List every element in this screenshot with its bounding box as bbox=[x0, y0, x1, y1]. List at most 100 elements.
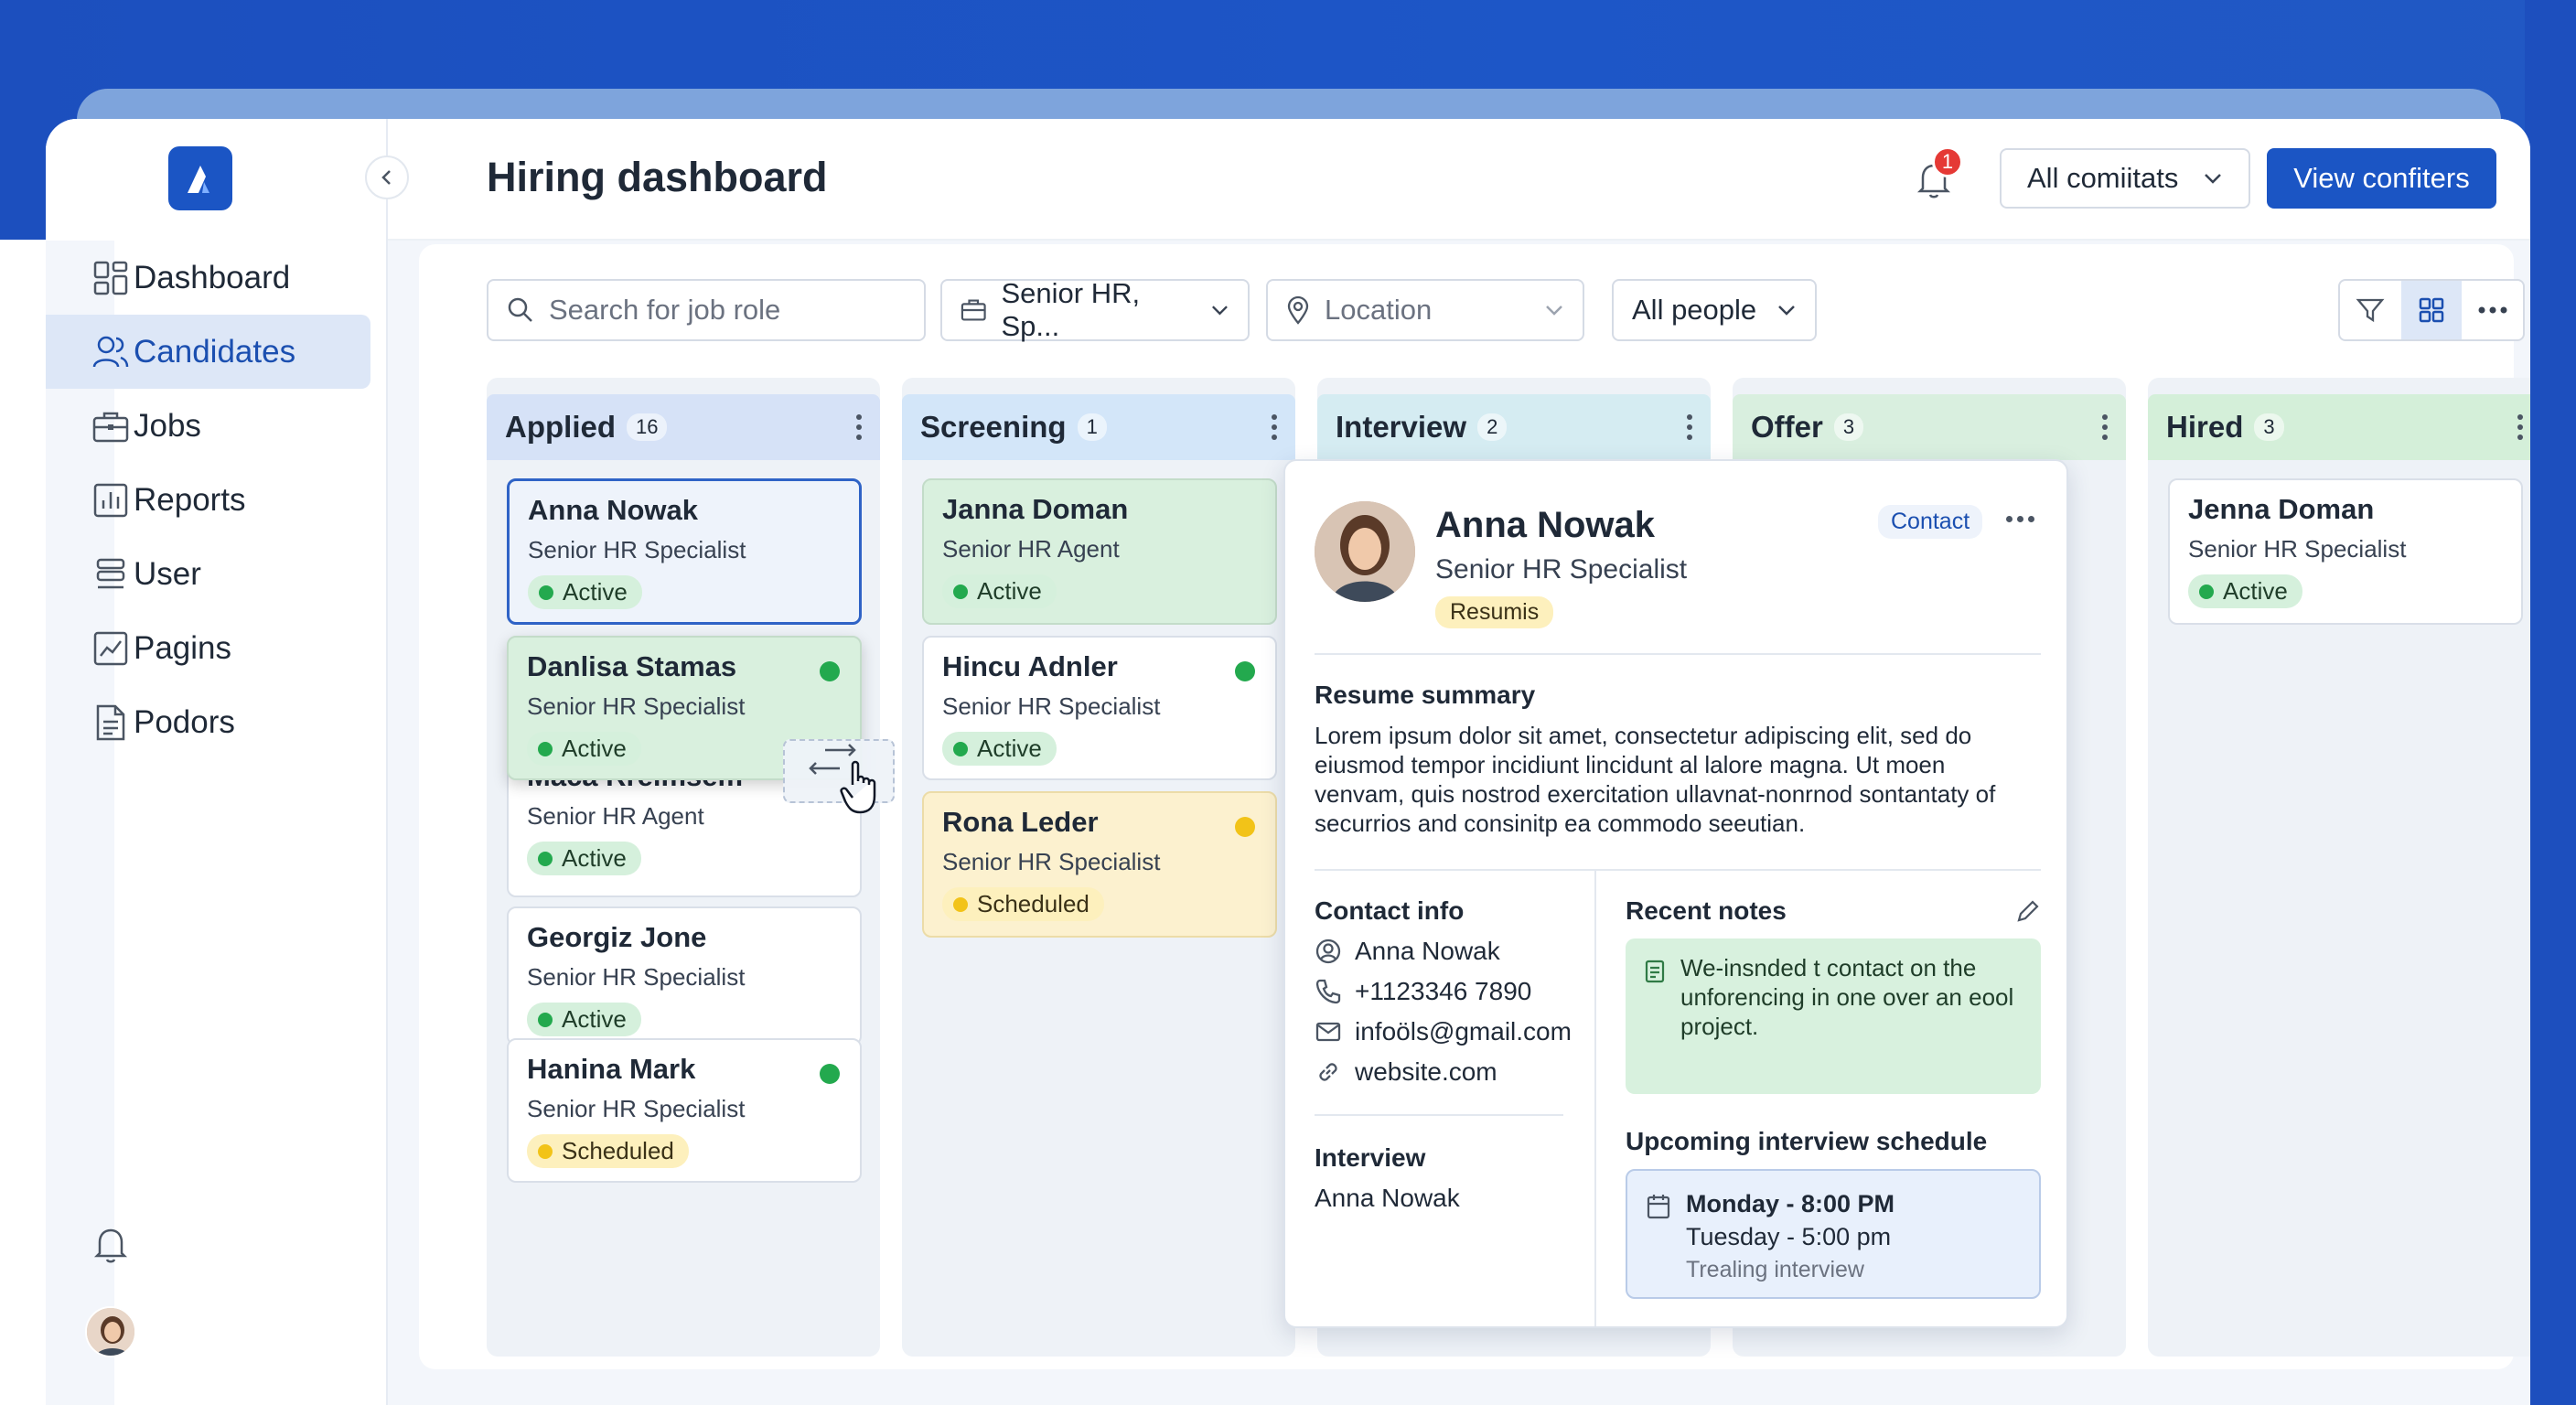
candidate-role: Senior HR Specialist bbox=[527, 1095, 746, 1122]
candidate-card[interactable]: Rona Leder Senior HR Specialist Schedule… bbox=[922, 791, 1277, 938]
sidebar-item-dashboard[interactable]: Dashboard bbox=[46, 241, 388, 315]
app-logo[interactable] bbox=[168, 146, 232, 210]
candidate-name: Rona Leder bbox=[942, 806, 1099, 838]
dropdown-label: All comiitats bbox=[2027, 162, 2179, 194]
candidate-role: Senior HR Specialist bbox=[527, 963, 746, 991]
sidebar-item-reports[interactable]: Reports bbox=[46, 463, 388, 537]
sidebar-item-pagins[interactable]: Pagins bbox=[46, 611, 388, 685]
column-title: Screening bbox=[920, 410, 1067, 444]
candidate-role: Senior HR Specialist bbox=[1435, 554, 1688, 585]
location-pin-icon bbox=[1287, 295, 1309, 325]
status-dot bbox=[1235, 817, 1255, 837]
candidate-role: Senior HR Specialist bbox=[942, 848, 1161, 875]
candidate-card[interactable]: Janna Doman Senior HR Agent Active bbox=[922, 478, 1277, 625]
recent-notes-title: Recent notes bbox=[1626, 896, 1787, 925]
sidebar-item-candidates[interactable]: Candidates bbox=[46, 315, 388, 389]
candidate-name: Anna Nowak bbox=[1435, 505, 1656, 545]
chevron-down-icon bbox=[1546, 306, 1562, 316]
user-avatar[interactable] bbox=[85, 1306, 136, 1357]
filter-icon bbox=[2356, 298, 2385, 323]
column-menu-icon[interactable] bbox=[2102, 414, 2108, 440]
sidebar-item-label: Reports bbox=[134, 481, 246, 518]
column-header: Applied 16 bbox=[487, 394, 880, 460]
people-filter-value: All people bbox=[1632, 294, 1757, 326]
column-title: Offer bbox=[1751, 410, 1823, 444]
phone-row[interactable]: +1123346 7890 bbox=[1315, 977, 1531, 1006]
view-button[interactable]: View confiters bbox=[2267, 148, 2496, 209]
grid-view-button[interactable] bbox=[2400, 281, 2463, 339]
collapse-sidebar-button[interactable] bbox=[365, 156, 409, 199]
column-menu-icon[interactable] bbox=[856, 414, 862, 440]
status-badge: Active bbox=[942, 732, 1057, 766]
notifications-button[interactable]: 1 bbox=[1906, 146, 1963, 207]
column-count: 3 bbox=[2254, 413, 2284, 441]
more-options-button[interactable] bbox=[2462, 281, 2523, 339]
more-options-icon[interactable] bbox=[2006, 516, 2034, 522]
resume-tag[interactable]: Resumis bbox=[1435, 596, 1554, 628]
interview-name: Anna Nowak bbox=[1315, 1184, 1460, 1212]
website-row[interactable]: website.com bbox=[1315, 1057, 1497, 1087]
contact-button[interactable]: Contact bbox=[1878, 505, 1983, 539]
column-header: Offer 3 bbox=[1733, 394, 2126, 460]
people-filter[interactable]: All people bbox=[1612, 279, 1817, 341]
candidate-name: Jenna Doman bbox=[2188, 493, 2375, 525]
candidate-name: Janna Doman bbox=[942, 493, 1129, 525]
column-screening: Screening 1 Janna Doman Senior HR Agent … bbox=[902, 378, 1295, 1357]
candidate-card[interactable]: Jenna Doman Senior HR Specialist Active bbox=[2168, 478, 2523, 625]
sidebar-item-label: Jobs bbox=[134, 407, 201, 444]
sidebar-item-user[interactable]: User bbox=[46, 537, 388, 611]
sidebar-notifications-button[interactable] bbox=[46, 1224, 176, 1264]
top-header: Hiring dashboard 1 All comiitats View co… bbox=[388, 119, 2530, 241]
bell-icon bbox=[93, 1228, 128, 1263]
edit-pencil-icon[interactable] bbox=[2015, 898, 2041, 924]
column-menu-icon[interactable] bbox=[1687, 414, 1692, 440]
view-toolbar bbox=[2338, 279, 2525, 341]
candidate-name: Hanina Mark bbox=[527, 1053, 696, 1085]
sidebar-item-jobs[interactable]: Jobs bbox=[46, 389, 388, 463]
candidate-role: Senior HR Agent bbox=[942, 535, 1120, 563]
sidebar-item-label: Dashboard bbox=[134, 259, 291, 295]
column-menu-icon[interactable] bbox=[2517, 414, 2523, 440]
schedule-line-3: Trealing interview bbox=[1686, 1257, 1864, 1282]
grid-icon bbox=[2419, 297, 2444, 323]
column-count: 1 bbox=[1077, 413, 1107, 441]
committee-dropdown[interactable]: All comiitats bbox=[2000, 148, 2250, 209]
page-title: Hiring dashboard bbox=[487, 154, 828, 200]
role-filter[interactable]: Senior HR, Sp... bbox=[940, 277, 1250, 342]
candidate-name: Anna Nowak bbox=[528, 494, 699, 526]
resume-summary-text: Lorem ipsum dolor sit amet, consectetur … bbox=[1315, 722, 1996, 837]
column-menu-icon[interactable] bbox=[1272, 414, 1277, 440]
search-icon bbox=[508, 297, 532, 322]
candidate-card[interactable]: Hanina Mark Senior HR Specialist Schedul… bbox=[507, 1038, 862, 1183]
column-applied: Applied 16 Anna Nowak Senior HR Speciali… bbox=[487, 378, 880, 1357]
candidate-card[interactable]: Georgiz Jone Senior HR Specialist Active bbox=[507, 906, 862, 1046]
location-filter[interactable]: Location bbox=[1266, 279, 1584, 341]
hand-cursor-icon bbox=[840, 760, 876, 814]
candidate-avatar bbox=[1315, 501, 1415, 602]
email-row[interactable]: infoöls@gmail.com bbox=[1315, 1017, 1572, 1046]
interview-schedule[interactable]: Monday - 8:00 PM Tuesday - 5:00 pm Treal… bbox=[1626, 1169, 2041, 1299]
candidate-card[interactable]: Anna Nowak Senior HR Specialist Active bbox=[507, 478, 862, 625]
status-badge: Active bbox=[528, 575, 642, 609]
column-title: Applied bbox=[505, 410, 616, 444]
location-filter-value: Location bbox=[1325, 294, 1433, 326]
chevron-left-icon bbox=[381, 170, 391, 185]
app-window: Dashboard Candidates Jobs Reports User P… bbox=[46, 119, 2530, 1405]
mail-icon bbox=[1315, 1022, 1341, 1042]
note-icon bbox=[1645, 960, 1665, 983]
column-title: Interview bbox=[1336, 410, 1467, 444]
candidate-role: Senior HR Specialist bbox=[527, 692, 746, 720]
column-header: Hired 3 bbox=[2148, 394, 2530, 460]
status-badge: Active bbox=[527, 1003, 641, 1036]
filter-button[interactable] bbox=[2340, 281, 2401, 339]
candidate-name: Danlisa Stamas bbox=[527, 650, 737, 682]
candidate-card[interactable]: Hincu Adnler Senior HR Specialist Active bbox=[922, 636, 1277, 780]
candidate-detail-card: Anna Nowak Senior HR Specialist Resumis … bbox=[1283, 459, 2068, 1328]
column-header: Screening 1 bbox=[902, 394, 1295, 460]
column-count: 3 bbox=[1833, 413, 1864, 441]
search-input[interactable]: Search for job role bbox=[487, 279, 926, 341]
search-placeholder: Search for job role bbox=[549, 294, 781, 326]
sidebar-item-podors[interactable]: Podors bbox=[46, 685, 388, 759]
divider bbox=[1315, 653, 2041, 655]
column-hired: Hired 3 Jenna Doman Senior HR Specialist… bbox=[2148, 378, 2530, 1357]
